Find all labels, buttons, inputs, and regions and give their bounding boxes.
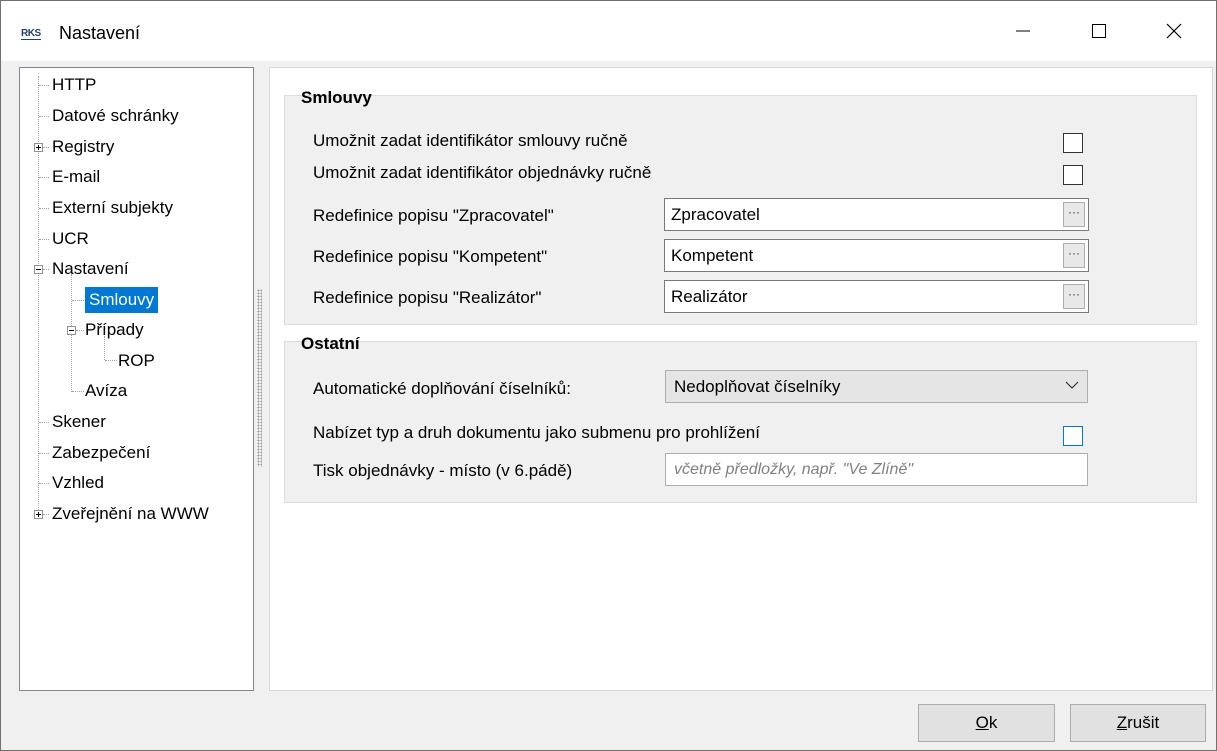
submenu-checkbox[interactable] (1063, 426, 1083, 446)
tree-item-ucr[interactable]: UCR (52, 226, 89, 252)
tree-item-datove-schranky[interactable]: Datové schránky (52, 103, 179, 129)
realizator-input[interactable]: Realizátor ··· (664, 280, 1089, 313)
tree-connector (39, 422, 49, 423)
tree-connector (39, 483, 49, 484)
ostatni-group: Ostatní Automatické doplňování číselníků… (284, 334, 1197, 503)
zpracovatel-label: Redefinice popisu "Zpracovatel" (313, 206, 554, 225)
maximize-button[interactable] (1076, 11, 1122, 51)
zpracovatel-input[interactable]: Zpracovatel ··· (664, 198, 1089, 231)
auto-fill-selected-value: Nedoplňovat číselníky (674, 377, 841, 396)
tree-connector (76, 330, 84, 331)
print-place-input[interactable]: včetně předložky, např. "Ve Zlíně" (665, 453, 1088, 486)
tree-connector (39, 85, 49, 86)
tree-item-pripady[interactable]: Případy (85, 317, 144, 343)
realizator-label: Redefinice popisu "Realizátor" (313, 288, 542, 307)
tree-item-http[interactable]: HTTP (52, 72, 96, 98)
tree-item-externi-subjekty[interactable]: Externí subjekty (52, 195, 173, 221)
smlouvy-group-title: Smlouvy (301, 88, 372, 107)
close-button[interactable] (1151, 11, 1197, 51)
ok-button[interactable]: Ok (918, 704, 1055, 742)
kompetent-input[interactable]: Kompetent ··· (664, 239, 1089, 272)
tree-item-nastaveni[interactable]: Nastavení (52, 256, 129, 282)
maximize-icon (1092, 24, 1106, 38)
tree-connector (39, 116, 49, 117)
cancel-label-rest: rušit (1127, 713, 1160, 732)
tree-connector (72, 391, 84, 392)
close-icon (1166, 23, 1182, 39)
ok-accelerator: O (975, 713, 989, 732)
title-bar[interactable]: RKS Nastavení (1, 1, 1216, 61)
tree-item-smlouvy[interactable]: Smlouvy (85, 287, 159, 313)
tree-connector (105, 360, 117, 361)
allow-order-id-checkbox[interactable] (1063, 165, 1083, 185)
realizator-value: Realizátor (671, 287, 748, 306)
settings-tree[interactable]: HTTP Datové schránky Registry E-mail Ext… (19, 67, 254, 691)
ok-label-rest: k (988, 713, 998, 732)
ostatni-group-title: Ostatní (301, 334, 360, 353)
minimize-icon (1016, 30, 1030, 32)
tree-item-zabezpeceni[interactable]: Zabezpečení (52, 440, 150, 466)
cancel-accelerator: Z (1116, 713, 1128, 732)
zpracovatel-browse-button[interactable]: ··· (1063, 202, 1085, 227)
tree-item-skener[interactable]: Skener (52, 409, 106, 435)
kompetent-label: Redefinice popisu "Kompetent" (313, 247, 548, 266)
kompetent-browse-button[interactable]: ··· (1063, 243, 1085, 268)
realizator-browse-button[interactable]: ··· (1063, 284, 1085, 309)
collapse-pripady-icon[interactable] (67, 326, 76, 335)
chevron-down-icon (1065, 381, 1079, 389)
auto-fill-label: Automatické doplňování číselníků: (313, 379, 571, 398)
kompetent-value: Kompetent (671, 246, 754, 265)
tree-item-email[interactable]: E-mail (52, 164, 100, 190)
tree-item-rop[interactable]: ROP (118, 348, 155, 374)
tree-connector (39, 177, 49, 178)
expand-registry-icon[interactable] (34, 143, 43, 152)
print-place-placeholder: včetně předložky, např. "Ve Zlíně" (674, 461, 914, 478)
tree-item-zverejneni-na-www[interactable]: Zveřejnění na WWW (52, 501, 209, 527)
allow-order-id-label: Umožnit zadat identifikátor objednávky r… (313, 163, 652, 182)
tree-item-registry[interactable]: Registry (52, 134, 114, 160)
smlouvy-group: Smlouvy Umožnit zadat identifikátor smlo… (284, 88, 1197, 325)
tree-item-aviza[interactable]: Avíza (85, 378, 127, 404)
minimize-button[interactable] (1000, 11, 1046, 51)
allow-contract-id-checkbox[interactable] (1063, 133, 1083, 153)
tree-connector (39, 208, 49, 209)
expand-zverejneni-icon[interactable] (34, 510, 43, 519)
collapse-nastaveni-icon[interactable] (34, 265, 43, 274)
tree-connector (72, 300, 84, 301)
allow-contract-id-label: Umožnit zadat identifikátor smlouvy ručn… (313, 131, 628, 150)
tree-connector (43, 269, 49, 270)
tree-connector (39, 239, 49, 240)
cancel-button[interactable]: Zrušit (1070, 704, 1206, 742)
auto-fill-select[interactable]: Nedoplňovat číselníky (665, 370, 1088, 403)
settings-window: RKS Nastavení HTTP Datové schránky Regis… (0, 0, 1217, 751)
print-place-label: Tisk objednávky - místo (v 6.pádě) (313, 461, 573, 480)
tree-connector (43, 514, 49, 515)
tree-connector (39, 453, 49, 454)
tree-item-vzhled[interactable]: Vzhled (52, 470, 104, 496)
zpracovatel-value: Zpracovatel (671, 205, 760, 224)
tree-guide-line (38, 76, 39, 516)
submenu-label: Nabízet typ a druh dokumentu jako submen… (313, 423, 760, 442)
window-title: Nastavení (59, 23, 141, 43)
panel-splitter-handle[interactable] (257, 289, 262, 467)
settings-content: Smlouvy Umožnit zadat identifikátor smlo… (269, 67, 1213, 691)
app-logo-icon: RKS (21, 28, 41, 40)
tree-connector (43, 147, 49, 148)
